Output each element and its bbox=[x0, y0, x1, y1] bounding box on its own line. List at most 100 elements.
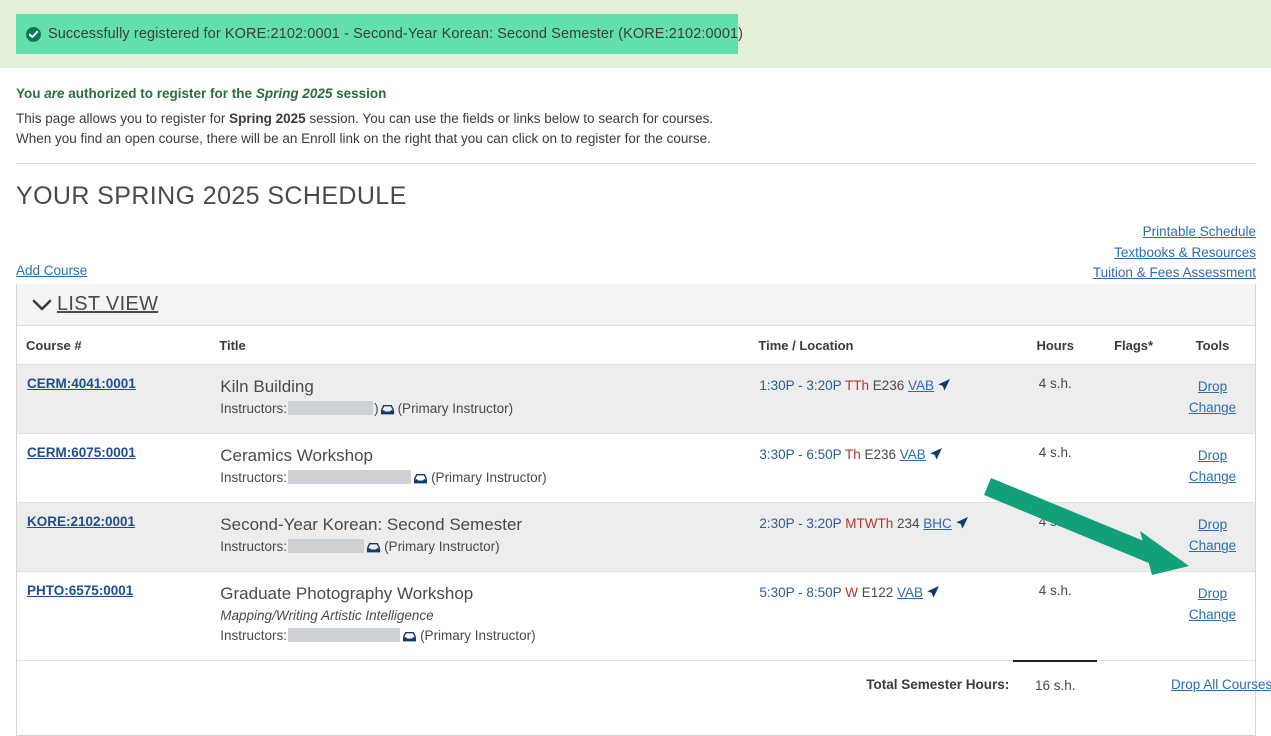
envelope-icon[interactable] bbox=[413, 471, 428, 491]
auth-session: Spring 2025 bbox=[255, 86, 333, 101]
total-spacer-1 bbox=[17, 660, 220, 703]
instructor-role: (Primary Instructor) bbox=[384, 539, 500, 554]
drop-all-courses-cell: Drop All Courses bbox=[1170, 660, 1271, 703]
intro-line-1: This page allows you to register for Spr… bbox=[16, 109, 1256, 129]
instructor-name-redacted bbox=[288, 539, 365, 553]
success-banner-strip: Successfully registered for KORE:2102:00… bbox=[0, 0, 1271, 68]
col-header-title: Title bbox=[219, 326, 759, 365]
total-spacer-2 bbox=[219, 660, 759, 703]
building-link[interactable]: VAB bbox=[908, 378, 934, 393]
schedule-table: Course # Title Time / Location Hours Fla… bbox=[17, 326, 1271, 703]
cell-hours: 4 s.h. bbox=[1013, 571, 1098, 661]
drop-link[interactable]: Drop bbox=[1171, 376, 1254, 397]
building-link[interactable]: BHC bbox=[923, 516, 952, 531]
room-number: E236 bbox=[864, 447, 897, 462]
instructors-label: Instructors: bbox=[220, 628, 288, 643]
list-view-header[interactable]: LIST VIEW bbox=[17, 284, 1255, 326]
meeting-days: TTh bbox=[844, 378, 869, 393]
cell-flags bbox=[1097, 502, 1170, 572]
building-link[interactable]: VAB bbox=[897, 585, 923, 600]
instructor-role: (Primary Instructor) bbox=[420, 628, 536, 643]
table-row: PHTO:6575:0001 Graduate Photography Work… bbox=[17, 571, 1255, 661]
change-link[interactable]: Change bbox=[1171, 397, 1254, 418]
course-title: Kiln Building bbox=[220, 377, 314, 396]
cell-title: Second-Year Korean: Second Semester Inst… bbox=[219, 502, 759, 572]
cell-flags bbox=[1097, 433, 1170, 503]
intro-line1-post: session. You can use the fields or links… bbox=[305, 111, 714, 126]
instructors-label: Instructors: bbox=[220, 401, 288, 416]
total-spacer-3 bbox=[1097, 660, 1170, 703]
cell-flags bbox=[1097, 571, 1170, 661]
auth-end: session bbox=[332, 86, 387, 101]
instructor-name-redacted bbox=[288, 401, 374, 415]
page-title: YOUR SPRING 2025 SCHEDULE bbox=[16, 182, 407, 210]
building-link[interactable]: VAB bbox=[900, 447, 926, 462]
intro-line1-session: Spring 2025 bbox=[229, 111, 306, 126]
drop-link[interactable]: Drop bbox=[1171, 445, 1254, 466]
drop-link[interactable]: Drop bbox=[1171, 514, 1254, 535]
tab-add-course[interactable]: Add Course bbox=[16, 263, 87, 278]
time-location: 5:30P - 8:50P W E122 VAB bbox=[759, 583, 1012, 604]
time-location: 2:30P - 3:20P MTWTh 234 BHC bbox=[759, 514, 1012, 535]
chevron-down-icon bbox=[31, 298, 53, 312]
intro-line1-pre: This page allows you to register for bbox=[16, 111, 230, 126]
check-circle-icon bbox=[26, 26, 41, 42]
cell-course: CERM:6075:0001 bbox=[17, 433, 220, 503]
col-header-course: Course # bbox=[17, 326, 220, 365]
course-number-link[interactable]: PHTO:6575:0001 bbox=[18, 583, 133, 598]
location-arrow-icon[interactable] bbox=[929, 447, 943, 466]
meeting-time: 3:30P - 6:50P bbox=[759, 447, 842, 462]
cell-hours: 4 s.h. bbox=[1013, 364, 1098, 434]
cell-tools: Drop Change bbox=[1170, 571, 1255, 661]
course-number-link[interactable]: CERM:6075:0001 bbox=[18, 445, 136, 460]
table-row: CERM:6075:0001 Ceramics Workshop Instruc… bbox=[17, 433, 1255, 503]
cell-title: Ceramics Workshop Instructors: (Primary I… bbox=[219, 433, 759, 503]
auth-post: authorized to register for the bbox=[64, 86, 256, 101]
course-title: Ceramics Workshop bbox=[220, 446, 374, 465]
meeting-time: 1:30P - 3:20P bbox=[759, 378, 842, 393]
drop-link[interactable]: Drop bbox=[1171, 583, 1254, 604]
instructor-name-redacted bbox=[288, 628, 401, 642]
meeting-time: 5:30P - 8:50P bbox=[759, 585, 842, 600]
divider bbox=[16, 163, 1256, 164]
envelope-icon[interactable] bbox=[402, 629, 417, 649]
time-location: 1:30P - 3:20P TTh E236 VAB bbox=[759, 376, 1012, 397]
cell-time-location: 1:30P - 3:20P TTh E236 VAB bbox=[758, 364, 1014, 434]
textbooks-resources-link[interactable]: Textbooks & Resources bbox=[1093, 243, 1256, 264]
col-header-flags: Flags* bbox=[1097, 326, 1170, 365]
location-arrow-icon[interactable] bbox=[955, 516, 969, 535]
cell-time-location: 5:30P - 8:50P W E122 VAB bbox=[758, 571, 1014, 661]
col-header-time: Time / Location bbox=[758, 326, 1014, 365]
table-row: CERM:4041:0001 Kiln Building Instructors… bbox=[17, 364, 1255, 434]
envelope-icon[interactable] bbox=[380, 402, 395, 422]
success-banner-message: Successfully registered for KORE:2102:00… bbox=[48, 26, 744, 42]
location-arrow-icon[interactable] bbox=[937, 378, 951, 397]
envelope-icon[interactable] bbox=[366, 540, 381, 560]
intro-block: You are authorized to register for the S… bbox=[16, 84, 1256, 149]
change-link[interactable]: Change bbox=[1171, 466, 1254, 487]
change-link[interactable]: Change bbox=[1171, 604, 1254, 625]
course-number-link[interactable]: KORE:2102:0001 bbox=[18, 514, 135, 529]
cell-flags bbox=[1097, 364, 1170, 434]
total-semester-hours-value: 16 s.h. bbox=[1013, 659, 1098, 703]
instructor-line: Instructors: (Primary Instructor) bbox=[220, 626, 757, 649]
table-header-row: Course # Title Time / Location Hours Fla… bbox=[17, 326, 1255, 365]
change-link[interactable]: Change bbox=[1171, 535, 1254, 556]
cell-tools: Drop Change bbox=[1170, 364, 1255, 434]
cell-tools: Drop Change bbox=[1170, 433, 1255, 503]
list-view-title: LIST VIEW bbox=[57, 293, 159, 315]
course-number-link[interactable]: CERM:4041:0001 bbox=[18, 376, 136, 391]
authorization-heading: You are authorized to register for the S… bbox=[16, 84, 1256, 103]
room-number: E122 bbox=[861, 585, 894, 600]
instructors-label: Instructors: bbox=[220, 470, 288, 485]
cell-course: CERM:4041:0001 bbox=[17, 364, 220, 434]
auth-pre: You bbox=[16, 86, 45, 101]
list-view-panel: LIST VIEW Course # Title Time / Location… bbox=[16, 284, 1271, 736]
instructor-line: Instructors: (Primary Instructor) bbox=[220, 468, 757, 491]
instructors-label: Instructors: bbox=[220, 539, 288, 554]
location-arrow-icon[interactable] bbox=[926, 585, 940, 604]
drop-all-courses-link[interactable]: Drop All Courses bbox=[1171, 677, 1271, 692]
printable-schedule-link[interactable]: Printable Schedule bbox=[1093, 222, 1256, 243]
instructor-role: (Primary Instructor) bbox=[431, 470, 547, 485]
tab-strip: Add Course bbox=[16, 262, 1256, 280]
